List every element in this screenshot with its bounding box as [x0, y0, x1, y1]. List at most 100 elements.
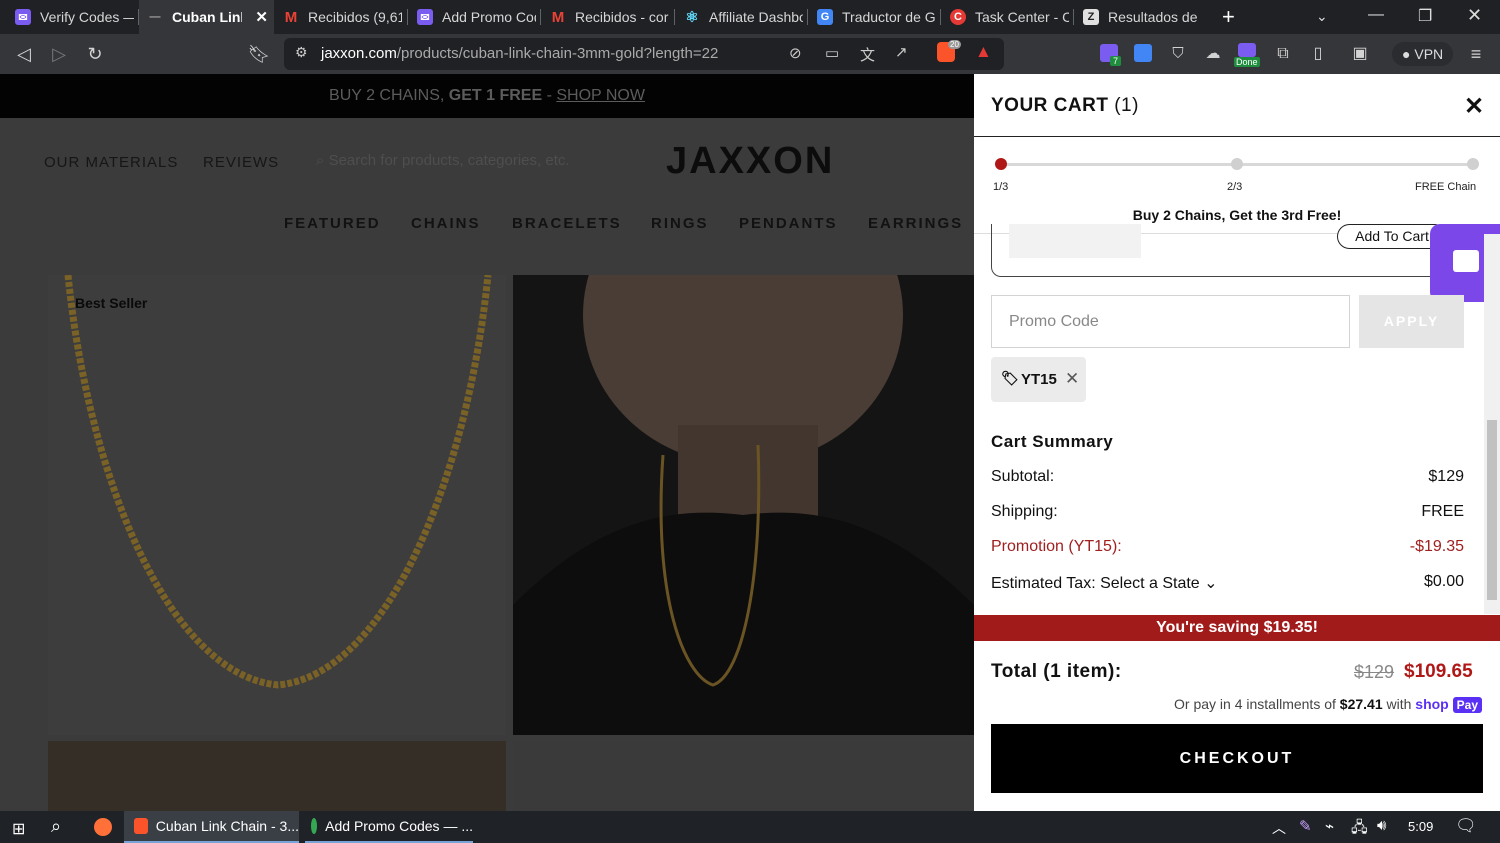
nav-rings[interactable]: RINGS [651, 215, 709, 232]
clock[interactable]: 5:09 [1408, 819, 1433, 834]
extensions-puzzle-icon[interactable]: ⧉ [1271, 42, 1295, 66]
cart-summary-title: Cart Summary [991, 432, 1114, 451]
window-close-icon[interactable]: ✕ [1467, 5, 1482, 26]
estimated-tax-row: Estimated Tax: Select a State ⌄ $0.00 [991, 573, 1464, 592]
tab-cuban-link[interactable]: — Cuban Link ✕ [139, 0, 274, 34]
tab-label: Verify Codes — [40, 9, 134, 25]
tab-gmail-coro[interactable]: M Recibidos - coro [541, 0, 675, 34]
cast-blocked-icon[interactable]: ⊘ [789, 44, 802, 62]
taskbar-search-icon[interactable]: ⌕ [51, 816, 61, 837]
google-translate-extension-icon[interactable] [1134, 44, 1152, 62]
tab-label: Affiliate Dashbo [709, 9, 803, 25]
nav-featured[interactable]: FEATURED [284, 215, 381, 232]
close-icon[interactable]: ✕ [1464, 92, 1484, 121]
bookmark-icon[interactable]: 🔖︎ [247, 42, 271, 66]
promo-progress: 1/3 2/3 FREE Chain Buy 2 Chains, Get the… [974, 138, 1500, 234]
task-center-icon: C [950, 9, 966, 25]
windows-start-icon[interactable]: ⊞ [12, 819, 25, 839]
share-icon[interactable]: ↗ [895, 43, 908, 61]
pen-icon[interactable]: ✎ [1299, 817, 1312, 835]
restore-icon[interactable]: ❐ [1418, 6, 1432, 26]
react-icon: ⚛ [685, 9, 699, 26]
mail-extension-badge: 7 [1110, 56, 1122, 66]
firefox-icon[interactable] [94, 818, 112, 836]
menu-icon[interactable]: ≡ [1464, 42, 1488, 66]
tab-label: Recibidos - coro [575, 9, 669, 25]
best-seller-badge: Best Seller [75, 295, 148, 311]
announcement-bar: BUY 2 CHAINS, GET 1 FREE - SHOP NOW [0, 74, 974, 118]
jaxxon-icon: — [149, 11, 161, 23]
tab-add-promo-codes[interactable]: ✉ Add Promo Cod [408, 0, 541, 34]
tax-state-select[interactable]: Estimated Tax: Select a State ⌄ [991, 575, 1218, 592]
minimize-icon[interactable]: — [1368, 6, 1384, 24]
network-icon[interactable]: 🖧︎ [1351, 817, 1368, 842]
volume-icon[interactable]: 🔊︎ [1377, 817, 1386, 834]
nav-our-materials[interactable]: OUR MATERIALS [44, 154, 178, 171]
cloud-extension-icon[interactable]: ☁ [1201, 42, 1225, 66]
chain-illustration [64, 274, 492, 689]
close-tab-icon[interactable]: ✕ [255, 8, 268, 26]
checkout-button[interactable]: CHECKOUT [991, 724, 1483, 793]
scrollbar-thumb[interactable] [1487, 420, 1497, 600]
site-logo[interactable]: JAXXON [666, 140, 834, 183]
promotion-row: Promotion (YT15): -$19.35 [991, 538, 1464, 555]
url-text[interactable]: jaxxon.com/products/cuban-link-chain-3mm… [321, 45, 718, 62]
tab-gmail-recibidos[interactable]: M Recibidos (9,611 [274, 0, 408, 34]
promo-code-input[interactable]: Promo Code [991, 295, 1350, 348]
cart-scrollbar[interactable] [1484, 234, 1500, 614]
translate-icon[interactable]: 文 [860, 44, 875, 65]
progress-label-3: FREE Chain [1415, 181, 1477, 193]
new-tab-icon[interactable]: + [1222, 4, 1235, 30]
tab-verify-codes[interactable]: ✉ Verify Codes — [0, 0, 139, 34]
product-image-chain[interactable] [48, 274, 506, 735]
progress-step-3 [1467, 158, 1479, 170]
reload-icon[interactable]: ↻ [83, 42, 107, 66]
remove-promo-icon[interactable]: ✕ [1065, 369, 1079, 389]
product-image-model[interactable] [513, 165, 974, 735]
nav-bracelets[interactable]: BRACELETS [512, 215, 622, 232]
gmail-icon: M [551, 8, 565, 26]
nav-chains[interactable]: CHAINS [411, 215, 481, 232]
site-settings-icon[interactable]: ⚙ [295, 44, 308, 61]
cart-header: YOUR CART (1) ✕ [974, 74, 1500, 137]
tab-google-translate[interactable]: G Traductor de Go [808, 0, 941, 34]
progress-label-1: 1/3 [993, 181, 1009, 193]
nav-reviews[interactable]: REVIEWS [203, 154, 279, 171]
tab-label: Task Center - Co [975, 9, 1069, 25]
sidebar-icon[interactable]: ▯ [1306, 42, 1330, 66]
brave-rewards-icon[interactable]: ▲ [975, 42, 992, 62]
shield-extension-icon[interactable]: ⛉ [1166, 42, 1190, 66]
usb-icon[interactable]: ⌁ [1325, 817, 1334, 835]
tab-task-center[interactable]: C Task Center - Co [941, 0, 1074, 34]
product-image-3[interactable] [48, 741, 506, 811]
taskbar-item-chrome[interactable]: Add Promo Codes — ... [305, 811, 473, 843]
address-bar[interactable]: ⚙ jaxxon.com/products/cuban-link-chain-3… [284, 38, 1004, 70]
vpn-button[interactable]: ● VPN [1392, 42, 1454, 66]
gmail-icon: M [284, 8, 298, 26]
notifications-icon[interactable]: 🗨︎ [1455, 816, 1477, 836]
promo-tagline: Buy 2 Chains, Get the 3rd Free! [1132, 207, 1342, 223]
apply-button[interactable]: APPLY [1359, 295, 1464, 348]
nav-earrings[interactable]: EARRINGS [868, 215, 963, 232]
progress-label-2: 2/3 [1227, 181, 1243, 193]
forward-icon[interactable]: ▷ [47, 42, 71, 66]
nav-pendants[interactable]: PENDANTS [739, 215, 838, 232]
tab-search-chevron-icon[interactable]: ⌄ [1316, 8, 1328, 25]
a-extension-icon[interactable] [1238, 43, 1256, 57]
taskbar-item-brave[interactable]: Cuban Link Chain - 3... [124, 811, 299, 843]
product-image-4[interactable] [513, 741, 974, 811]
shop-now-link[interactable]: SHOP NOW [556, 87, 645, 104]
tray-chevron-icon[interactable]: ︿ [1272, 818, 1286, 838]
windows-taskbar: ⊞ ⌕ Cuban Link Chain - 3... Add Promo Co… [0, 811, 1500, 843]
search-input[interactable]: ⌕ Search for products, categories, etc. [316, 152, 570, 169]
brave-icon [134, 818, 148, 834]
tab-resultados[interactable]: Z Resultados de L [1074, 0, 1208, 34]
tab-label: Cuban Link [172, 9, 242, 25]
wallet-icon[interactable]: ▣ [1348, 42, 1372, 66]
tab-affiliate-dashboard[interactable]: ⚛ Affiliate Dashbo [675, 0, 808, 34]
google-translate-icon: G [817, 9, 833, 25]
back-icon[interactable]: ◁ [12, 42, 36, 66]
chevron-down-icon: ⌄ [1204, 575, 1218, 592]
progress-step-1 [995, 158, 1007, 170]
screen-icon[interactable]: ▭ [825, 44, 839, 62]
